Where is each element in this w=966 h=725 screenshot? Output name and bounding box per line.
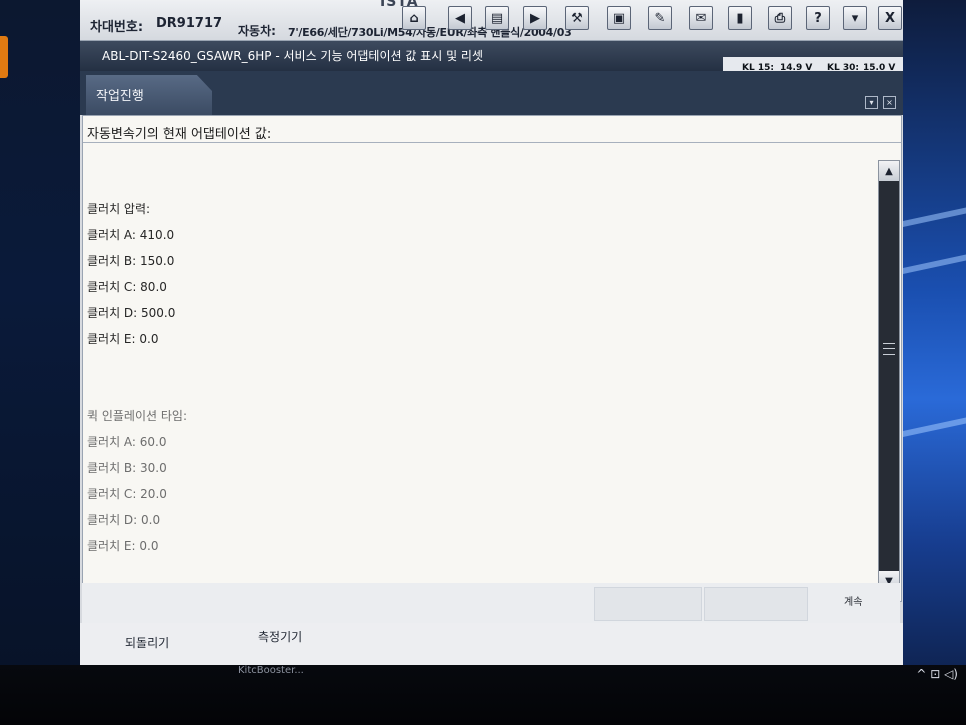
pressure-row: 클러치 E: 0.0 [87,332,159,346]
vin-label: 차대번호: [90,20,144,35]
divider [83,142,901,143]
quick-fill-heading: 퀵 인플레이션 타임: [87,409,187,423]
pressure-row: 클러치 C: 80.0 [87,280,167,294]
tab-progress[interactable]: 작업진행 [86,75,212,115]
desktop-wallpaper [896,0,966,725]
quick-fill-row: 클러치 E: 0.0 [87,539,159,553]
panel-close-icon[interactable]: × [883,96,896,109]
quick-fill-row: 클러치 A: 60.0 [87,435,167,449]
desktop-app-tile[interactable] [0,36,8,78]
taskbar: KitcBooster... ^ ⊡ ◁) [0,665,966,725]
taskbar-app-label[interactable]: KitcBooster... [238,665,304,676]
desktop-left-strip [0,0,80,725]
pen-icon[interactable]: ✎ [648,6,672,30]
vertical-scrollbar[interactable]: ▲ ▼ [878,160,900,592]
action-button-disabled[interactable] [594,587,702,621]
action-bar: 계속 [82,583,900,623]
vehicle-header: ISTA 차대번호: DR91717 자동차: 7'/E66/세단/730Li/… [80,0,903,41]
function-title: ABL-DIT-S2460_GSAWR_6HP - 서비스 기능 어댑테이션 값… [102,49,484,63]
adaptation-values-panel: 자동변속기의 현재 어댑테이션 값: 클러치 압력: 클러치 A: 410.0 … [82,115,902,602]
measure-button[interactable]: 측정기기 [258,628,302,645]
home-icon[interactable]: ⌂ [402,6,426,30]
tab-bar: 작업진행 ▾ × [80,71,903,115]
system-tray[interactable]: ^ ⊡ ◁) [916,667,958,681]
quick-fill-row: 클러치 B: 30.0 [87,461,167,475]
mail-icon[interactable]: ✉ [689,6,713,30]
back-button[interactable]: 되돌리기 [125,634,169,651]
arrow-right-icon[interactable]: ▶ [523,6,547,30]
car-check-icon[interactable]: ▣ [607,6,631,30]
clutch-pressure-heading: 클러치 압력: [87,202,151,216]
function-title-bar: ABL-DIT-S2460_GSAWR_6HP - 서비스 기능 어댑테이션 값… [80,41,903,73]
close-icon[interactable]: X [878,6,902,30]
pressure-row: 클러치 D: 500.0 [87,306,176,320]
action-button-disabled[interactable] [704,587,808,621]
adaptation-intro: 자동변속기의 현재 어댑테이션 값: [87,127,272,142]
wallpaper-streak [896,254,966,276]
document-icon[interactable]: ▤ [485,6,509,30]
quick-fill-row: 클러치 C: 20.0 [87,487,167,501]
arrow-left-icon[interactable]: ◀ [448,6,472,30]
wallpaper-streak [896,207,966,229]
scroll-up-icon[interactable]: ▲ [879,161,899,181]
help-icon[interactable]: ? [806,6,830,30]
continue-button[interactable]: 계속 [844,593,862,608]
scroll-grip[interactable] [883,343,895,355]
tab-progress-label: 작업진행 [96,89,144,104]
pressure-row: 클러치 A: 410.0 [87,228,175,242]
print-icon[interactable]: ⎙ [768,6,792,30]
car-label: 자동차: [238,24,276,38]
wallpaper-streak [896,417,966,439]
pressure-row: 클러치 B: 150.0 [87,254,175,268]
minimize-icon[interactable]: ▾ [843,6,867,30]
panel-restore-icon[interactable]: ▾ [865,96,878,109]
ista-window: ISTA 차대번호: DR91717 자동차: 7'/E66/세단/730Li/… [80,0,903,675]
wrench-icon[interactable]: ⚒ [565,6,589,30]
vin-value: DR91717 [156,16,223,31]
quick-fill-row: 클러치 D: 0.0 [87,513,161,527]
battery-icon[interactable]: ▮ [728,6,752,30]
